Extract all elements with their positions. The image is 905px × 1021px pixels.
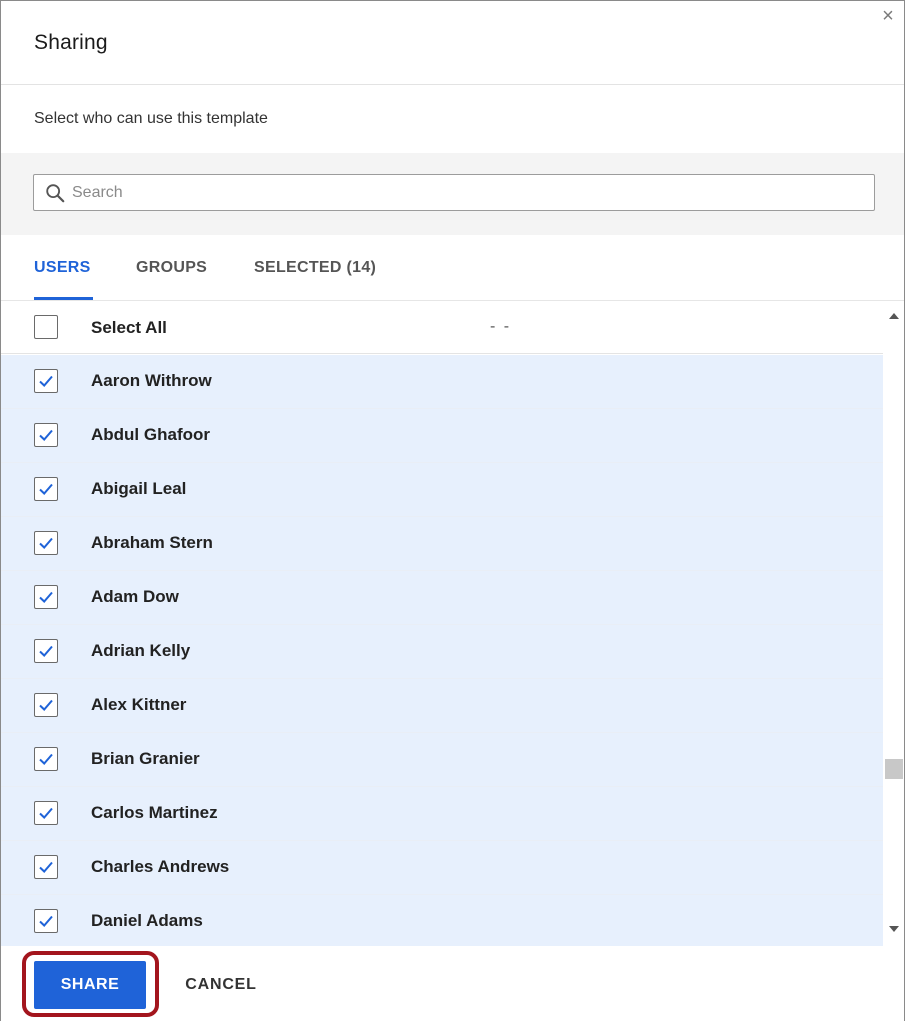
scroll-thumb[interactable] bbox=[885, 759, 903, 779]
select-all-extra: - - bbox=[490, 318, 512, 335]
checkmark-icon bbox=[39, 591, 53, 603]
tab-groups[interactable]: GROUPS bbox=[136, 259, 207, 277]
user-name: Adrian Kelly bbox=[91, 641, 191, 660]
user-checkbox[interactable] bbox=[34, 585, 58, 609]
checkmark-icon bbox=[39, 537, 53, 549]
scroll-down-arrow-icon[interactable] bbox=[889, 926, 899, 932]
user-row[interactable]: Charles Andrews bbox=[1, 841, 883, 895]
search-band bbox=[1, 153, 904, 235]
search-input[interactable] bbox=[72, 176, 862, 209]
checkmark-icon bbox=[39, 699, 53, 711]
list-scrollbar[interactable] bbox=[883, 301, 904, 946]
user-row[interactable]: Alex Kittner bbox=[1, 679, 883, 733]
user-row[interactable]: Abigail Leal bbox=[1, 463, 883, 517]
tab-users[interactable]: USERS bbox=[34, 259, 91, 277]
user-checkbox[interactable] bbox=[34, 747, 58, 771]
checkmark-icon bbox=[39, 861, 53, 873]
dialog-footer: SHARE CANCEL bbox=[1, 946, 904, 1021]
select-all-checkbox[interactable] bbox=[34, 315, 58, 339]
dialog-title: Sharing bbox=[34, 31, 108, 54]
dialog-subtitle: Select who can use this template bbox=[34, 110, 268, 127]
user-name: Abigail Leal bbox=[91, 479, 187, 498]
sharing-dialog: Sharing × Select who can use this templa… bbox=[0, 0, 905, 1021]
checkmark-icon bbox=[39, 375, 53, 387]
user-checkbox[interactable] bbox=[34, 855, 58, 879]
user-row[interactable]: Brian Granier bbox=[1, 733, 883, 787]
checkmark-icon bbox=[39, 753, 53, 765]
checkmark-icon bbox=[39, 915, 53, 927]
tab-bar: USERS GROUPS SELECTED (14) bbox=[1, 235, 904, 301]
user-name: Adam Dow bbox=[91, 587, 179, 606]
user-name: Abdul Ghafoor bbox=[91, 425, 210, 444]
user-row[interactable]: Abraham Stern bbox=[1, 517, 883, 571]
user-checkbox[interactable] bbox=[34, 909, 58, 933]
checkmark-icon bbox=[39, 483, 53, 495]
checkmark-icon bbox=[39, 807, 53, 819]
tab-selected[interactable]: SELECTED (14) bbox=[254, 259, 376, 277]
user-checkbox[interactable] bbox=[34, 531, 58, 555]
user-name: Daniel Adams bbox=[91, 911, 203, 930]
cancel-button[interactable]: CANCEL bbox=[173, 961, 269, 1009]
checkmark-icon bbox=[39, 645, 53, 657]
user-name: Charles Andrews bbox=[91, 857, 230, 876]
checkmark-icon bbox=[39, 429, 53, 441]
user-row[interactable]: Adam Dow bbox=[1, 571, 883, 625]
user-name: Brian Granier bbox=[91, 749, 200, 768]
user-checkbox[interactable] bbox=[34, 693, 58, 717]
user-name: Aaron Withrow bbox=[91, 371, 212, 390]
user-name: Carlos Martinez bbox=[91, 803, 218, 822]
user-checkbox[interactable] bbox=[34, 369, 58, 393]
search-icon bbox=[46, 184, 65, 203]
select-all-label: Select All bbox=[91, 318, 167, 337]
active-tab-indicator bbox=[34, 297, 93, 300]
scroll-up-arrow-icon[interactable] bbox=[889, 313, 899, 319]
user-row[interactable]: Abdul Ghafoor bbox=[1, 409, 883, 463]
user-checkbox[interactable] bbox=[34, 477, 58, 501]
user-row[interactable]: Daniel Adams bbox=[1, 895, 883, 946]
share-button[interactable]: SHARE bbox=[34, 961, 146, 1009]
user-row[interactable]: Aaron Withrow bbox=[1, 355, 883, 409]
close-icon[interactable]: × bbox=[877, 5, 899, 27]
search-box[interactable] bbox=[33, 174, 875, 211]
user-list: Select All - - Aaron Withrow Abdul Ghafoo… bbox=[1, 301, 883, 946]
dialog-header: Sharing × bbox=[1, 1, 904, 85]
user-name: Alex Kittner bbox=[91, 695, 187, 714]
user-checkbox[interactable] bbox=[34, 423, 58, 447]
user-row[interactable]: Adrian Kelly bbox=[1, 625, 883, 679]
user-name: Abraham Stern bbox=[91, 533, 213, 552]
select-all-row[interactable]: Select All - - bbox=[1, 301, 883, 354]
user-row[interactable]: Carlos Martinez bbox=[1, 787, 883, 841]
user-checkbox[interactable] bbox=[34, 801, 58, 825]
user-checkbox[interactable] bbox=[34, 639, 58, 663]
